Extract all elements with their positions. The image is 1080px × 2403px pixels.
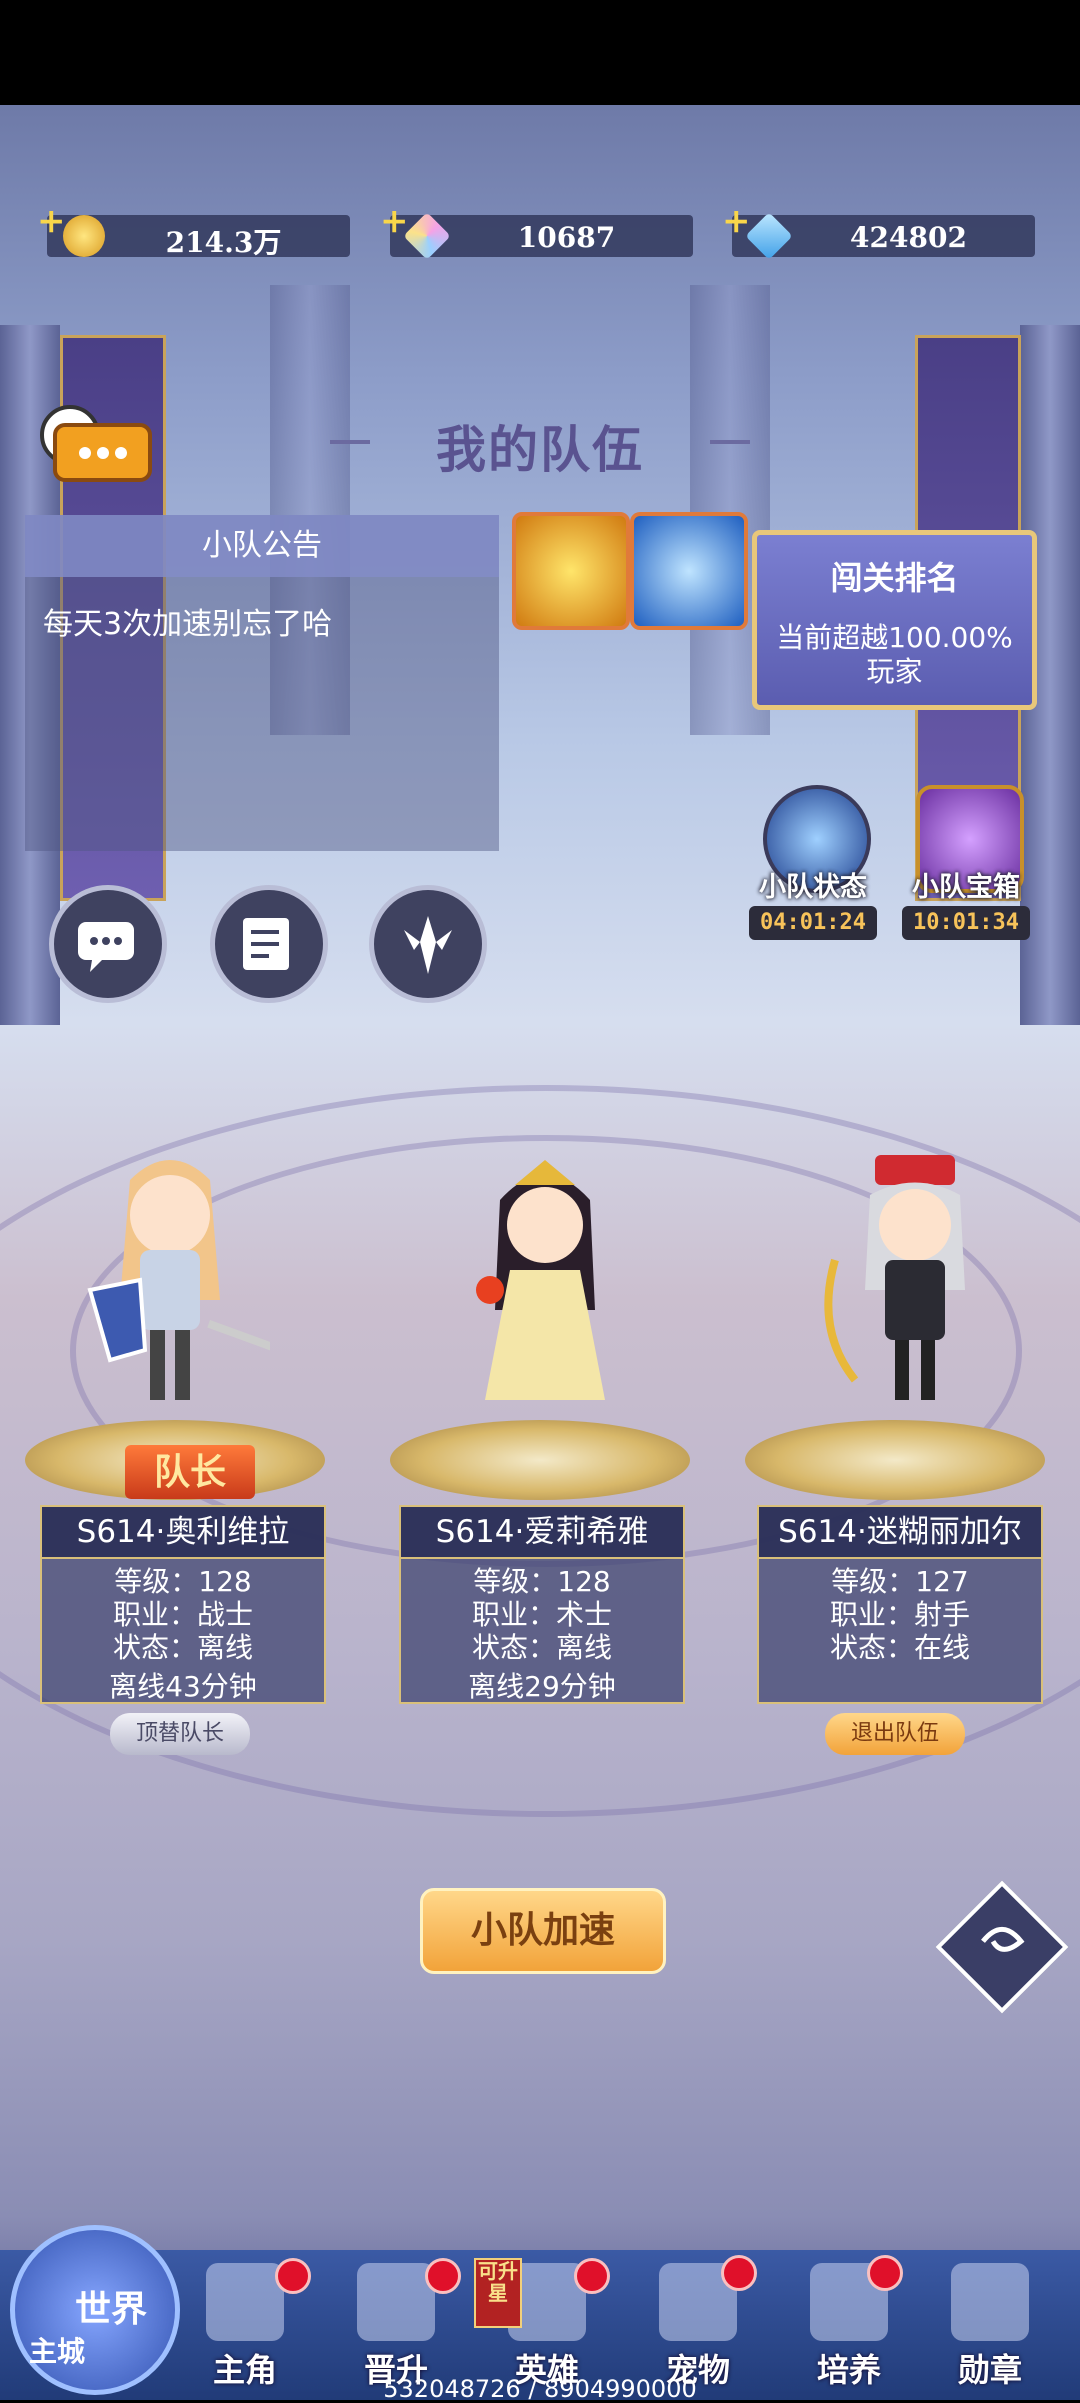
chat-button[interactable] [49, 885, 167, 1003]
hero-mihu-ligaer-sprite[interactable] [815, 1140, 1015, 1440]
chat-icon [78, 922, 134, 972]
blue-diamond-icon [745, 212, 793, 260]
experience-progress-text: 532048726 / 8904990000 [383, 2375, 697, 2403]
member-card[interactable]: S614·爱莉希雅 等级：128 职业：术士 状态：离线 离线29分钟 [399, 1505, 685, 1704]
edit-icon [243, 918, 289, 970]
notice-text: 每天3次加速别忘了哈 [43, 607, 333, 642]
water-buff-icon[interactable] [630, 512, 748, 630]
member-job: 职业：术士 [471, 1598, 612, 1631]
notice-header: 小队公告 [25, 515, 499, 577]
world-label: 世界 [75, 2288, 148, 2330]
replace-leader-button[interactable]: 顶替队长 [110, 1713, 250, 1755]
rank-players: 玩家 [866, 655, 923, 688]
pedestal-3 [745, 1420, 1045, 1500]
leave-team-button[interactable]: 退出队伍 [825, 1713, 965, 1755]
member-job: 职业：战士 [112, 1598, 253, 1631]
can-upgrade-badge: 可升星 [474, 2258, 522, 2328]
member-card[interactable]: S614·迷糊丽加尔 等级：127 职业：射手 状态：在线 [757, 1505, 1043, 1704]
notification-dot [275, 2258, 311, 2294]
member-offline-time: 离线43分钟 [109, 1670, 257, 1703]
member-state: 状态：离线 [112, 1631, 253, 1664]
promotion-icon [357, 2263, 435, 2341]
chat-bubble-icon[interactable] [35, 405, 155, 490]
team-emblem-button[interactable] [369, 885, 487, 1003]
member-level: 等级：128 [114, 1565, 252, 1598]
member-card[interactable]: S614·奥利维拉 等级：128 职业：战士 状态：离线 离线43分钟 [40, 1505, 326, 1704]
protagonist-icon [206, 2263, 284, 2341]
member-name: S614·迷糊丽加尔 [759, 1507, 1041, 1559]
member-job: 职业：射手 [829, 1598, 970, 1631]
main-city-label: 主城 [29, 2335, 86, 2368]
diamond-resource-bar[interactable]: + 424802 [722, 201, 1035, 260]
notification-dot [721, 2255, 757, 2291]
add-gold-icon[interactable]: + [37, 201, 66, 241]
stage-rank-panel[interactable]: 闯关排名 当前超越100.00% 玩家 [752, 530, 1037, 710]
hero-oliviera-sprite[interactable] [70, 1140, 286, 1440]
member-state: 状态：离线 [471, 1631, 612, 1664]
notification-dot [574, 2258, 610, 2294]
world-button[interactable]: 世界 主城 [10, 2225, 180, 2395]
gold-coin-icon [63, 215, 105, 257]
rainbow-crystal-icon [403, 212, 451, 260]
member-name: S614·爱莉希雅 [401, 1507, 683, 1559]
swirl-icon [981, 1926, 1025, 1952]
member-state: 状态：在线 [829, 1631, 970, 1664]
edit-notice-button[interactable] [210, 885, 328, 1003]
team-status-timer: 04:01:24 [749, 906, 877, 940]
team-status-label: 小队状态 [759, 872, 867, 903]
notification-dot [867, 2255, 903, 2291]
gold-buff-icon[interactable] [512, 512, 630, 630]
team-chest-label: 小队宝箱 [912, 872, 1020, 903]
hero-elysia-sprite[interactable] [445, 1140, 645, 1440]
crystal-resource-bar[interactable]: + 10687 [380, 201, 693, 260]
team-speed-up-button[interactable]: 小队加速 [420, 1888, 666, 1974]
page-title: 我的队伍 [436, 420, 644, 479]
leader-tag: 队长 [125, 1445, 255, 1499]
nav-medals[interactable]: 勋章 [920, 2255, 1060, 2395]
team-chest-timer: 10:01:34 [902, 906, 1030, 940]
pedestal-2 [390, 1420, 690, 1500]
medals-icon [951, 2263, 1029, 2341]
member-level: 等级：127 [831, 1565, 969, 1598]
dragon-emblem-icon [404, 916, 452, 974]
diamond-value: 424802 [850, 221, 967, 254]
member-level: 等级：128 [473, 1565, 611, 1598]
member-name: S614·奥利维拉 [42, 1507, 324, 1559]
member-offline-time: 离线29分钟 [468, 1670, 616, 1703]
team-notice-panel: 小队公告 每天3次加速别忘了哈 [25, 515, 499, 851]
gold-value: 214.3万 [165, 226, 282, 259]
gold-resource-bar[interactable]: + 214.3万 [37, 201, 350, 259]
rank-title: 闯关排名 [830, 559, 959, 597]
notification-dot [425, 2258, 461, 2294]
crystal-value: 10687 [517, 221, 616, 254]
rank-percent: 当前超越100.00% [776, 621, 1013, 654]
